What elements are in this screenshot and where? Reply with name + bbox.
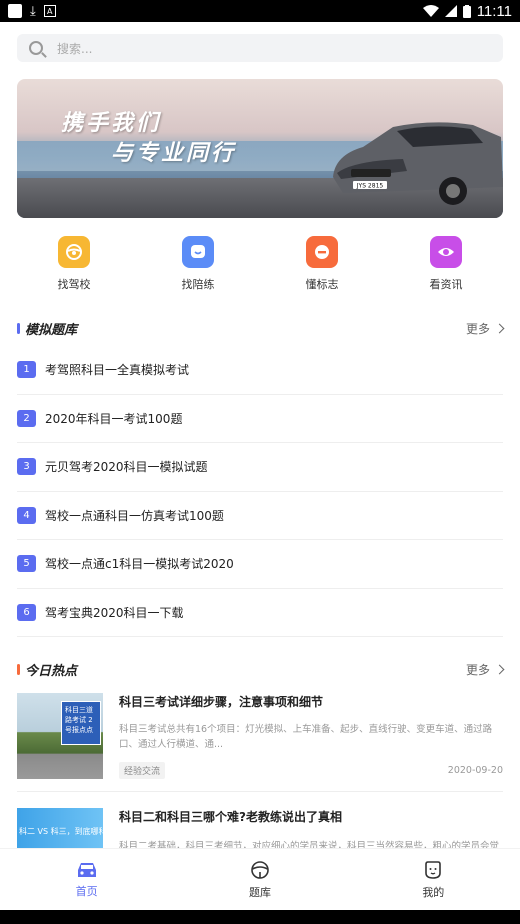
item-number: 5	[17, 555, 36, 573]
tab-home[interactable]: 首页	[0, 849, 173, 910]
news-title: 科目二和科目三哪个难?老教练说出了真相	[119, 810, 342, 824]
more-link[interactable]: 更多	[466, 661, 505, 678]
quick-link-label: 找陪练	[181, 278, 215, 291]
section-title: 模拟题库	[25, 322, 78, 338]
quick-links: 找驾校 找陪练 懂标志 看资讯	[0, 236, 520, 292]
tab-profile[interactable]: 我的	[347, 849, 520, 910]
user-face-icon	[425, 860, 442, 879]
chevron-right-icon	[494, 323, 505, 333]
item-title: 2020年科目一考试100题	[45, 411, 183, 426]
road-sign-image: 科目三道路考试 2号报点点	[61, 701, 101, 745]
quick-link-practice[interactable]: 找陪练	[150, 236, 246, 292]
item-number: 2	[17, 409, 36, 427]
search-icon	[29, 41, 43, 55]
item-number: 1	[17, 361, 36, 379]
search-placeholder: 搜索...	[57, 41, 93, 56]
car-image: JYS 2815	[333, 122, 503, 205]
steering-wheel-icon	[58, 236, 90, 268]
item-number: 6	[17, 603, 36, 621]
list-item[interactable]: 6 驾考宝典2020科目一下载	[17, 589, 503, 637]
font-notification-icon: A	[43, 5, 56, 17]
item-title: 驾校一点通科目一仿真考试100题	[45, 508, 224, 523]
tab-label: 我的	[422, 885, 445, 899]
quick-link-signs[interactable]: 懂标志	[274, 236, 370, 292]
search-bar[interactable]: 搜索...	[17, 34, 503, 62]
list-item[interactable]: 1 考驾照科目一全真模拟考试	[17, 346, 503, 395]
license-plate: JYS 2815	[356, 183, 384, 190]
download-icon: ⤓	[30, 3, 36, 19]
steering-wheel-icon	[251, 860, 269, 879]
quick-link-label: 找驾校	[57, 278, 91, 291]
banner-headline-2: 与专业同行	[111, 141, 237, 166]
list-item[interactable]: 5 驾校一点通c1科目一模拟考试2020	[17, 540, 503, 589]
tab-label: 题库	[248, 885, 271, 899]
hot-today-header: 今日热点 更多	[0, 659, 520, 679]
mock-exam-list: 1 考驾照科目一全真模拟考试 2 2020年科目一考试100题 3 元贝驾考2020…	[0, 346, 520, 637]
no-entry-sign-icon	[306, 236, 338, 268]
battery-icon	[462, 4, 471, 18]
news-thumbnail: 科目三道路考试 2号报点点	[17, 693, 103, 779]
promo-banner[interactable]: 携手我们 与专业同行 JYS 2815	[17, 79, 503, 218]
car-icon	[77, 862, 96, 877]
wifi-icon	[422, 5, 439, 17]
chat-face-icon	[182, 236, 214, 268]
news-summary: 科目三考试总共有16个项目：灯光模拟、上车准备、起步、直线行驶、变更车道、通过路…	[119, 724, 493, 750]
item-number: 3	[17, 458, 36, 476]
quick-link-label: 懂标志	[305, 278, 339, 291]
bottom-tab-bar: 首页 题库 我的	[0, 848, 520, 910]
system-nav-bar	[0, 910, 520, 924]
item-title: 元贝驾考2020科目一模拟试题	[45, 460, 208, 475]
chevron-right-icon	[494, 664, 505, 674]
quick-link-label: 看资讯	[429, 278, 463, 291]
app-notification-icon	[8, 4, 22, 18]
list-item[interactable]: 3 元贝驾考2020科目一模拟试题	[17, 443, 503, 492]
news-title: 科目三考试详细步骤，注意事项和细节	[119, 695, 324, 709]
thumbnail-caption: 科二 VS 科三，到底哪科更难?	[19, 827, 103, 836]
tab-questions[interactable]: 题库	[173, 849, 346, 910]
mock-exams-header: 模拟题库 更多	[0, 318, 520, 338]
item-title: 驾考宝典2020科目一下载	[45, 605, 184, 620]
item-title: 驾校一点通c1科目一模拟考试2020	[45, 557, 234, 572]
item-number: 4	[17, 506, 36, 524]
news-tag: 经验交流	[119, 762, 166, 779]
quick-link-news[interactable]: 看资讯	[398, 236, 494, 292]
list-item[interactable]: 4 驾校一点通科目一仿真考试100题	[17, 492, 503, 540]
status-bar: ⤓ A 11:11	[0, 0, 520, 22]
signal-icon	[444, 5, 457, 17]
news-date: 2020-09-20	[447, 765, 503, 776]
quick-link-driving-school[interactable]: 找驾校	[26, 236, 122, 292]
tab-label: 首页	[75, 884, 98, 898]
news-item[interactable]: 科目三道路考试 2号报点点 科目三考试详细步骤，注意事项和细节 科目三考试总共有…	[17, 679, 503, 792]
list-item[interactable]: 2 2020年科目一考试100题	[17, 395, 503, 443]
eye-icon	[430, 236, 462, 268]
section-title: 今日热点	[25, 663, 78, 679]
status-time: 11:11	[476, 2, 512, 20]
item-title: 考驾照科目一全真模拟考试	[45, 363, 190, 378]
more-link[interactable]: 更多	[466, 320, 505, 337]
banner-headline-1: 携手我们	[61, 111, 162, 136]
